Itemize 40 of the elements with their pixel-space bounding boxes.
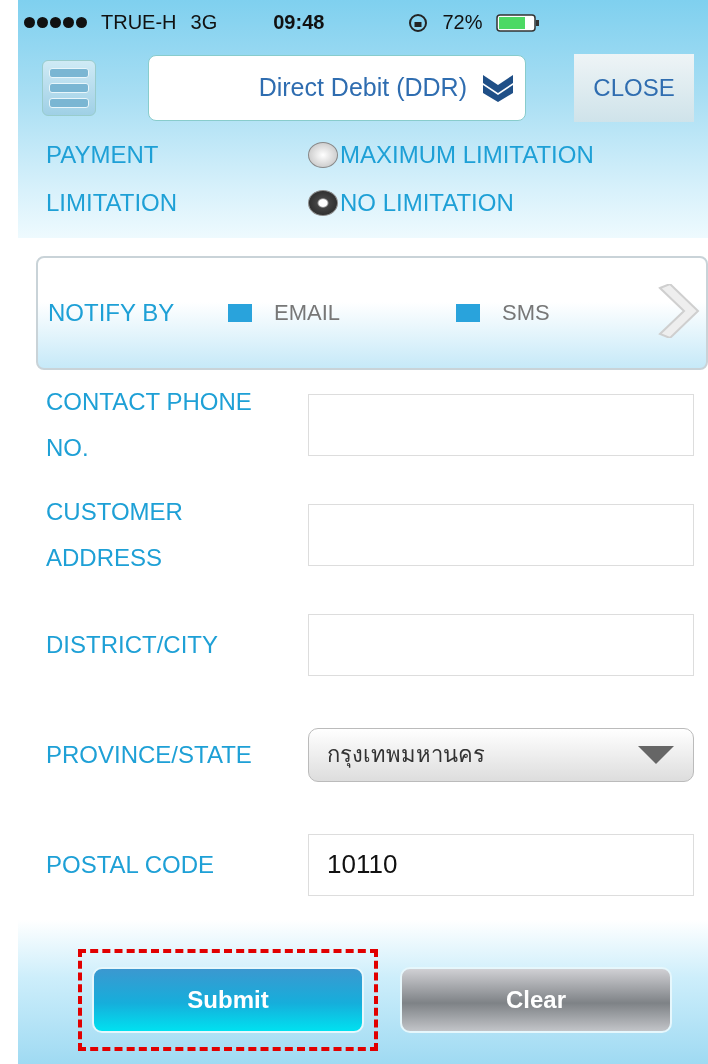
close-button[interactable]: CLOSE <box>574 53 694 122</box>
checkbox-label: SMS <box>502 299 550 326</box>
input-field[interactable] <box>308 503 694 566</box>
field-label: DISTRICT/CITY <box>46 629 219 660</box>
checkbox[interactable] <box>228 303 252 322</box>
radio-option[interactable]: NO LIMITATION <box>308 188 594 218</box>
field-label: PAYMENT <box>46 140 160 170</box>
battery-icon <box>496 13 541 32</box>
chevron-down-icon <box>481 72 515 103</box>
notify-card[interactable]: NOTIFY BY EMAIL SMS <box>36 255 708 370</box>
radio-button[interactable] <box>308 142 338 168</box>
field-label: CUSTOMER <box>46 496 184 527</box>
chevron-right-icon <box>656 283 700 338</box>
field-label: LIMITATION <box>46 188 179 218</box>
signal-icon <box>24 17 87 28</box>
battery-percent: 72% <box>442 11 483 34</box>
carrier-name: TRUE-H <box>101 11 177 34</box>
checkbox[interactable] <box>456 303 480 322</box>
submit-button[interactable]: Submit <box>92 966 364 1033</box>
page-title: Direct Debit (DDR) <box>258 73 467 102</box>
clear-button[interactable]: Clear <box>400 966 672 1033</box>
title-dropdown[interactable]: Direct Debit (DDR) <box>148 54 526 121</box>
rotation-lock-icon <box>408 12 429 33</box>
radio-label: NO LIMITATION <box>340 188 514 218</box>
radio-button[interactable] <box>308 190 338 216</box>
field-label: ADDRESS <box>46 542 164 573</box>
field-label: POSTAL CODE <box>46 849 216 880</box>
province-dropdown[interactable]: กรุงเทพมหานคร <box>308 727 694 782</box>
menu-icon[interactable] <box>42 59 96 116</box>
field-label: NO. <box>46 432 90 463</box>
status-time: 09:48 <box>273 11 325 34</box>
field-label: PROVINCE/STATE <box>46 739 253 770</box>
field-label: CONTACT PHONE <box>46 386 253 417</box>
input-field[interactable] <box>308 393 694 456</box>
checkbox-label: EMAIL <box>274 299 341 326</box>
notify-label: NOTIFY BY <box>48 297 176 328</box>
dropdown-arrow-icon <box>637 745 675 764</box>
network-type: 3G <box>190 11 218 34</box>
input-field[interactable] <box>308 613 694 676</box>
input-field[interactable]: 10110 <box>308 833 694 896</box>
